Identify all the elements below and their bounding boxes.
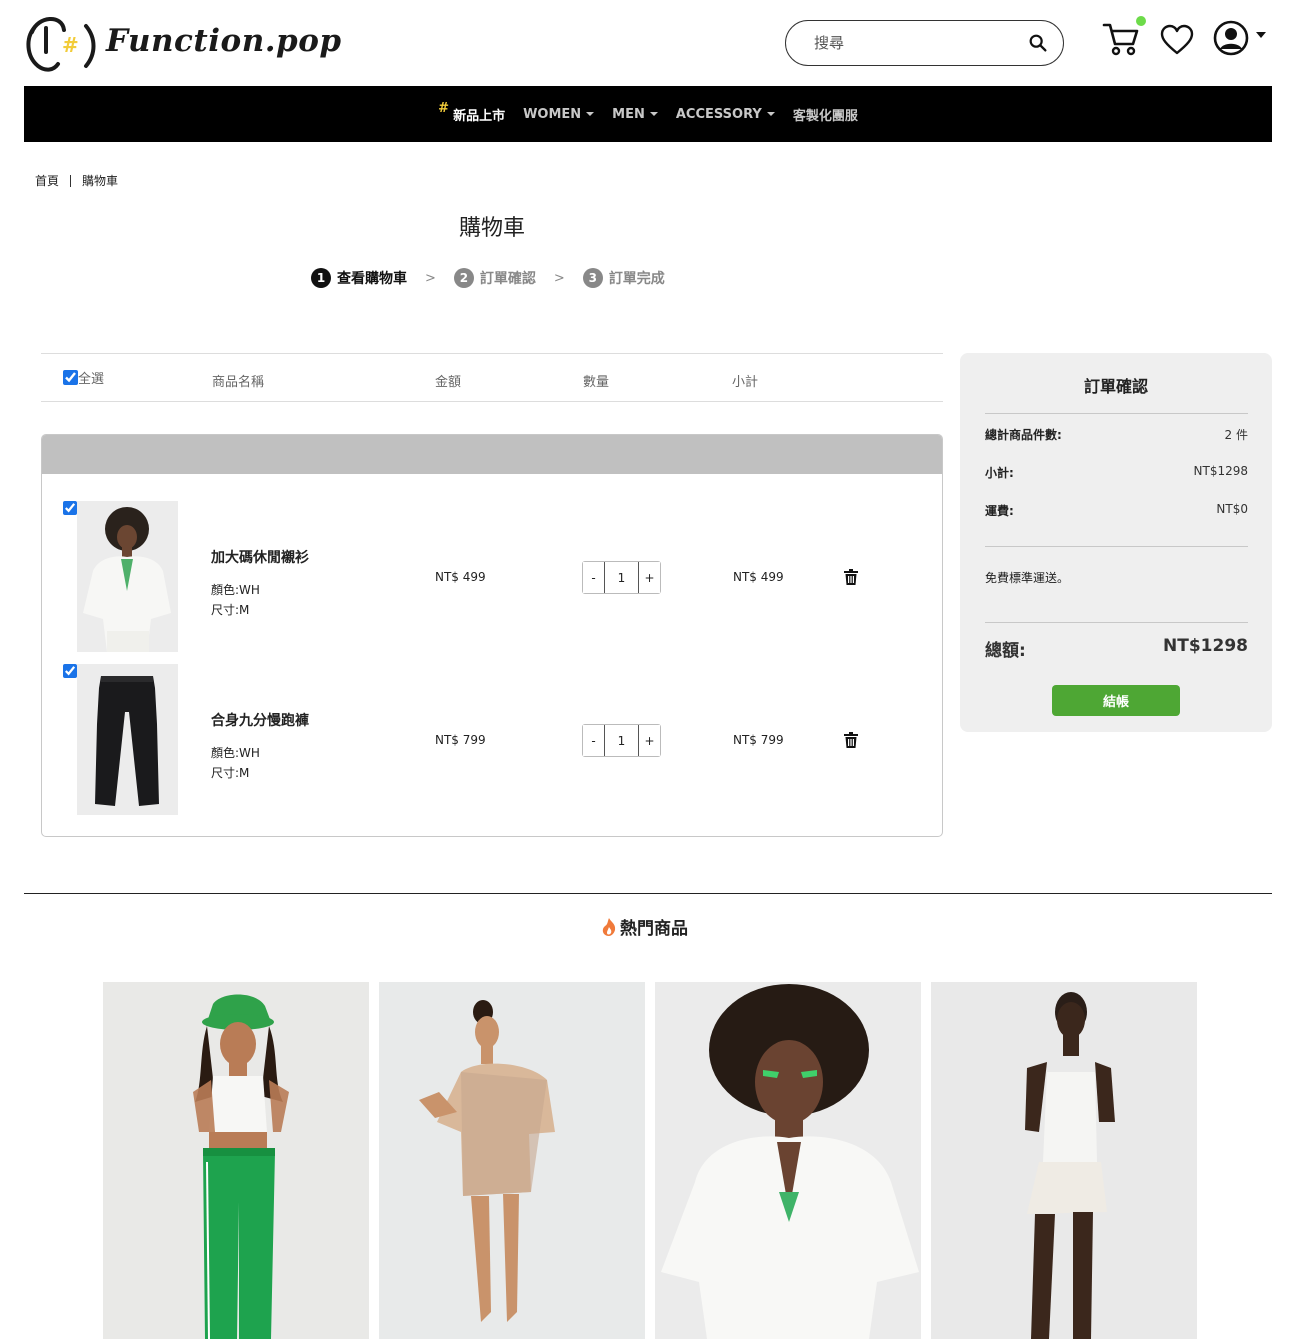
cart-notification-dot: [1136, 16, 1146, 26]
cart-items-box: 加大碼休閒襯衫 顏色:WH 尺寸:M NT$ 499 - 1 + NT$ 499: [41, 434, 943, 837]
hot-product-card[interactable]: [103, 982, 369, 1339]
brand-logo[interactable]: # Function.pop: [24, 8, 342, 74]
cart-icon[interactable]: [1102, 20, 1140, 58]
product-color: 顏色:WH: [211, 583, 260, 597]
quantity-stepper: - 1 +: [582, 724, 661, 757]
brand-name: Function.pop: [106, 23, 342, 59]
cart-box-header: [42, 435, 942, 474]
search-icon[interactable]: [1027, 32, 1049, 54]
svg-text:#: #: [62, 33, 79, 57]
col-subtotal: 小計: [732, 375, 759, 390]
step-order-confirm: 2 訂單確認: [453, 268, 536, 288]
summary-subtotal: 小計: NT$1298: [985, 464, 1248, 480]
hot-products-title: 熱門商品: [0, 914, 1290, 939]
breadcrumb-home[interactable]: 首頁: [35, 172, 59, 189]
increase-button[interactable]: +: [639, 725, 660, 756]
fire-icon: [602, 917, 616, 936]
search-input[interactable]: [814, 34, 1027, 52]
product-color: 顏色:WH: [211, 746, 260, 760]
decrease-button[interactable]: -: [583, 562, 604, 593]
cart-table-header: 全選 商品名稱 金額 數量 小計: [41, 353, 943, 402]
hot-product-card[interactable]: [379, 982, 645, 1339]
divider: [985, 546, 1248, 547]
step-order-complete: 3 訂單完成: [582, 268, 665, 288]
quantity-value[interactable]: 1: [604, 725, 639, 756]
breadcrumb-current: 購物車: [82, 174, 119, 188]
product-image[interactable]: [77, 501, 178, 652]
nav-men[interactable]: MEN: [612, 107, 658, 122]
chevron-down-icon: [649, 112, 658, 116]
quantity-value[interactable]: 1: [604, 562, 639, 593]
product-name[interactable]: 加大碼休閒襯衫: [211, 547, 309, 567]
hash-icon: #: [438, 100, 450, 116]
summary-title: 訂單確認: [1083, 377, 1148, 396]
nav-custom-uniform[interactable]: 客製化團服: [793, 105, 858, 124]
decrease-button[interactable]: -: [583, 725, 604, 756]
cart-item: 加大碼休閒襯衫 顏色:WH 尺寸:M NT$ 499 - 1 + NT$ 499: [42, 501, 942, 652]
hot-product-card[interactable]: [655, 982, 921, 1339]
search-bar[interactable]: [785, 20, 1064, 66]
user-menu-caret-icon[interactable]: [1256, 32, 1266, 38]
item-checkbox[interactable]: [63, 501, 77, 515]
select-all-checkbox[interactable]: [63, 370, 78, 385]
item-checkbox[interactable]: [63, 664, 77, 678]
summary-total: 總額: NT$1298: [985, 636, 1248, 661]
chevron-down-icon: [586, 112, 595, 116]
col-product-name: 商品名稱: [212, 375, 265, 390]
breadcrumb: 首頁 購物車: [35, 172, 118, 189]
cart-item: 合身九分慢跑褲 顏色:WH 尺寸:M NT$ 799 - 1 + NT$ 799: [42, 664, 942, 815]
hot-product-card[interactable]: [931, 982, 1197, 1339]
nav-women[interactable]: WOMEN: [523, 107, 595, 122]
divider: [985, 622, 1248, 623]
divider: [985, 413, 1248, 414]
order-summary: 訂單確認 總計商品件數: 2 件 小計: NT$1298 運費: NT$0 免費…: [960, 353, 1272, 732]
product-subtotal: NT$ 499: [733, 570, 784, 584]
shipping-note: 免費標準運送。: [985, 571, 1070, 585]
product-size: 尺寸:M: [211, 766, 250, 780]
select-all[interactable]: 全選: [63, 368, 104, 387]
product-price: NT$ 499: [435, 570, 486, 584]
col-quantity: 數量: [583, 375, 610, 390]
user-avatar-icon[interactable]: [1213, 20, 1249, 56]
product-price: NT$ 799: [435, 733, 486, 747]
logo-mark-icon: #: [26, 17, 96, 72]
col-price: 金額: [435, 375, 462, 390]
product-subtotal: NT$ 799: [733, 733, 784, 747]
nav-new-arrivals[interactable]: # 新品上市: [438, 101, 505, 124]
section-divider: [24, 893, 1272, 894]
main-nav: # 新品上市 WOMEN MEN ACCESSORY 客製化團服: [24, 86, 1272, 142]
trash-icon[interactable]: [844, 732, 858, 748]
nav-accessory[interactable]: ACCESSORY: [676, 107, 775, 122]
step-arrow: >: [553, 270, 565, 286]
breadcrumb-separator: [70, 174, 72, 187]
trash-icon[interactable]: [844, 569, 858, 585]
quantity-stepper: - 1 +: [582, 561, 661, 594]
summary-shipping: 運費: NT$0: [985, 502, 1248, 518]
product-size: 尺寸:M: [211, 603, 250, 617]
increase-button[interactable]: +: [639, 562, 660, 593]
product-name[interactable]: 合身九分慢跑褲: [211, 710, 309, 730]
step-view-cart: 1 查看購物車: [311, 268, 407, 288]
product-image[interactable]: [77, 664, 178, 815]
step-arrow: >: [425, 270, 436, 286]
chevron-down-icon: [766, 112, 775, 116]
summary-item-count: 總計商品件數: 2 件: [985, 428, 1248, 442]
checkout-steps: 1 查看購物車 > 2 訂單確認 > 3 訂單完成: [311, 268, 665, 288]
heart-icon[interactable]: [1160, 24, 1194, 56]
page-title: 購物車: [458, 216, 525, 241]
checkout-button[interactable]: 結帳: [1052, 685, 1180, 716]
hot-products-grid: [103, 982, 1197, 1339]
